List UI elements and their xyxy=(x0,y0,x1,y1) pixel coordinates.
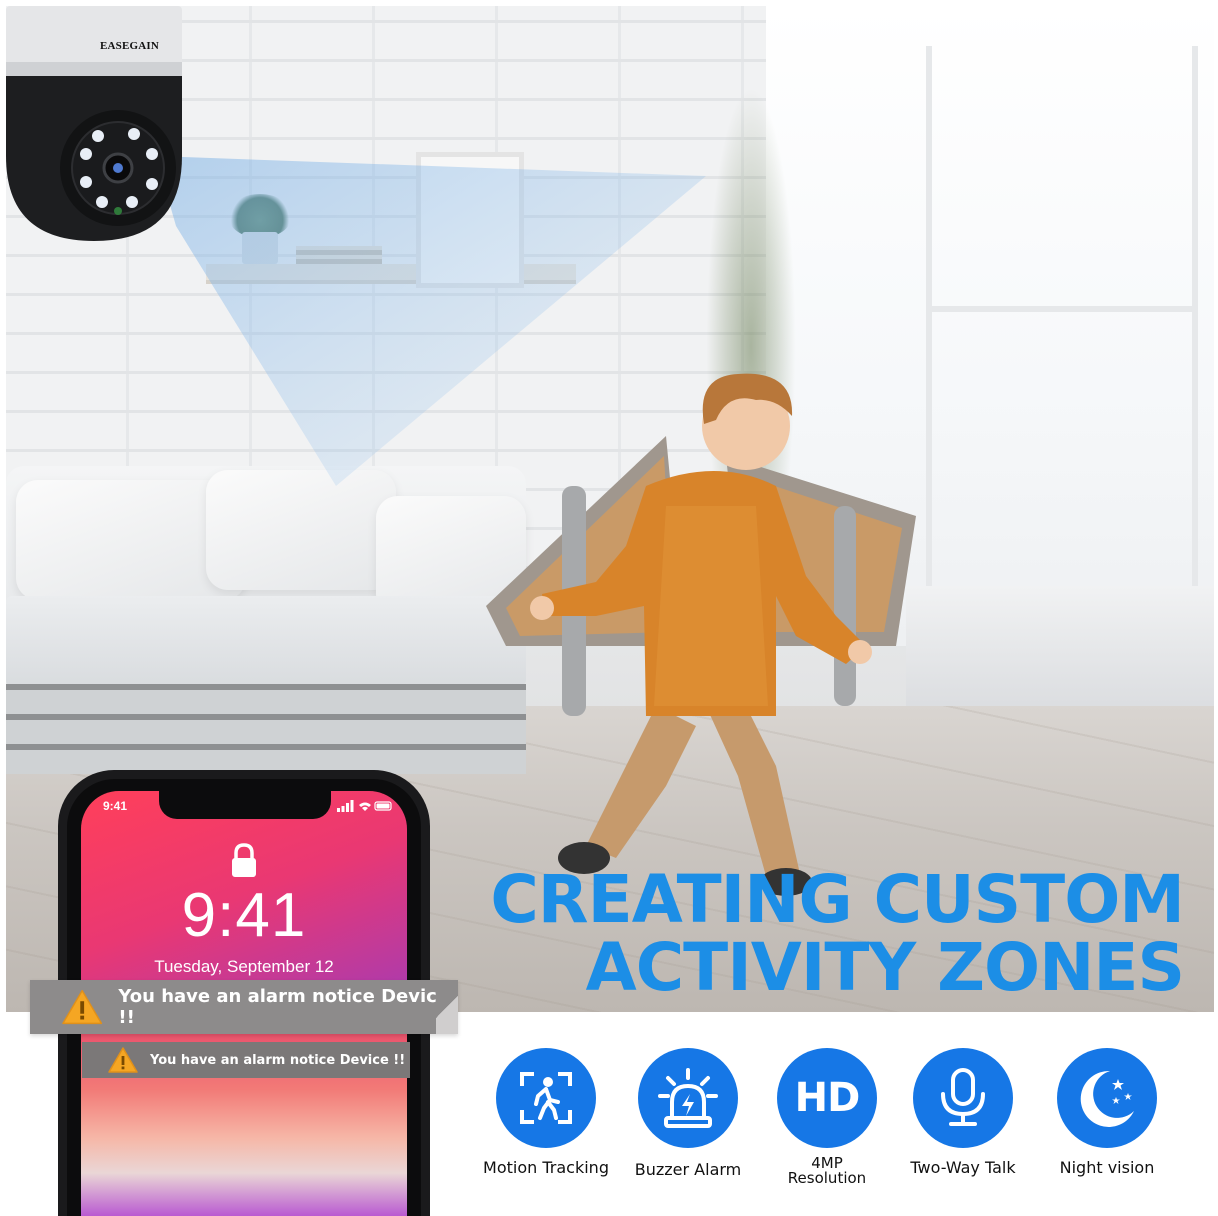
status-bar-time: 9:41 xyxy=(103,799,128,813)
feature-icon-circle xyxy=(913,1048,1013,1148)
buzzer-alarm-icon xyxy=(658,1068,718,1128)
microphone-icon xyxy=(941,1068,985,1126)
alarm-notification-banner[interactable]: You have an alarm notice Device !! xyxy=(30,980,458,1034)
warning-icon xyxy=(62,989,103,1025)
feature-label: Two-Way Talk xyxy=(910,1158,1016,1177)
feature-buzzer-alarm: Buzzer Alarm xyxy=(620,1048,756,1178)
status-bar-icons xyxy=(337,800,392,812)
lock-screen-time: 9:41 xyxy=(181,881,307,950)
hd-icon: HD xyxy=(794,1075,861,1121)
alarm-notification-small-text: You have an alarm notice Device !! xyxy=(150,1052,406,1068)
product-banner: EASEGAIN CREATING CUSTOM ACTIVITY ZONES … xyxy=(0,0,1218,1216)
feature-icon-circle xyxy=(496,1048,596,1148)
feature-icons-row: Motion Tracking Buzzer Alarm HD 4MP Reso… xyxy=(478,1048,1178,1208)
phone-notch xyxy=(159,791,331,819)
lock-screen-date: Tuesday, September 12 xyxy=(154,957,334,976)
feature-label: Motion Tracking xyxy=(483,1158,609,1177)
feature-4mp-resolution: HD 4MP Resolution xyxy=(759,1048,895,1186)
headline: CREATING CUSTOM ACTIVITY ZONES xyxy=(484,861,1185,1006)
lock-icon xyxy=(232,843,256,877)
moon-stars-icon xyxy=(1080,1070,1134,1127)
alarm-notification-small[interactable]: You have an alarm notice Device !! xyxy=(82,1042,410,1078)
alarm-notification-banner-text: You have an alarm notice Device !! xyxy=(118,986,449,1028)
feature-icon-circle: HD xyxy=(777,1048,877,1148)
feature-two-way-talk: Two-Way Talk xyxy=(895,1048,1031,1176)
feature-motion-tracking: Motion Tracking xyxy=(478,1048,614,1176)
wifi-icon xyxy=(359,802,371,811)
signal-icon xyxy=(337,808,340,812)
feature-label: Night vision xyxy=(1059,1158,1155,1177)
feature-icon-circle xyxy=(1057,1048,1157,1148)
feature-label-line-2: Resolution xyxy=(787,1169,867,1187)
motion-tracking-icon xyxy=(520,1072,572,1124)
headline-line-1: CREATING CUSTOM xyxy=(490,861,1185,938)
feature-label: Buzzer Alarm xyxy=(634,1160,742,1179)
camera-brand-label: EASEGAIN xyxy=(100,40,160,52)
headline-line-2: ACTIVITY ZONES xyxy=(585,929,1185,1006)
warning-icon xyxy=(108,1047,138,1073)
feature-icon-circle xyxy=(638,1048,738,1148)
feature-night-vision: Night vision xyxy=(1039,1048,1175,1176)
